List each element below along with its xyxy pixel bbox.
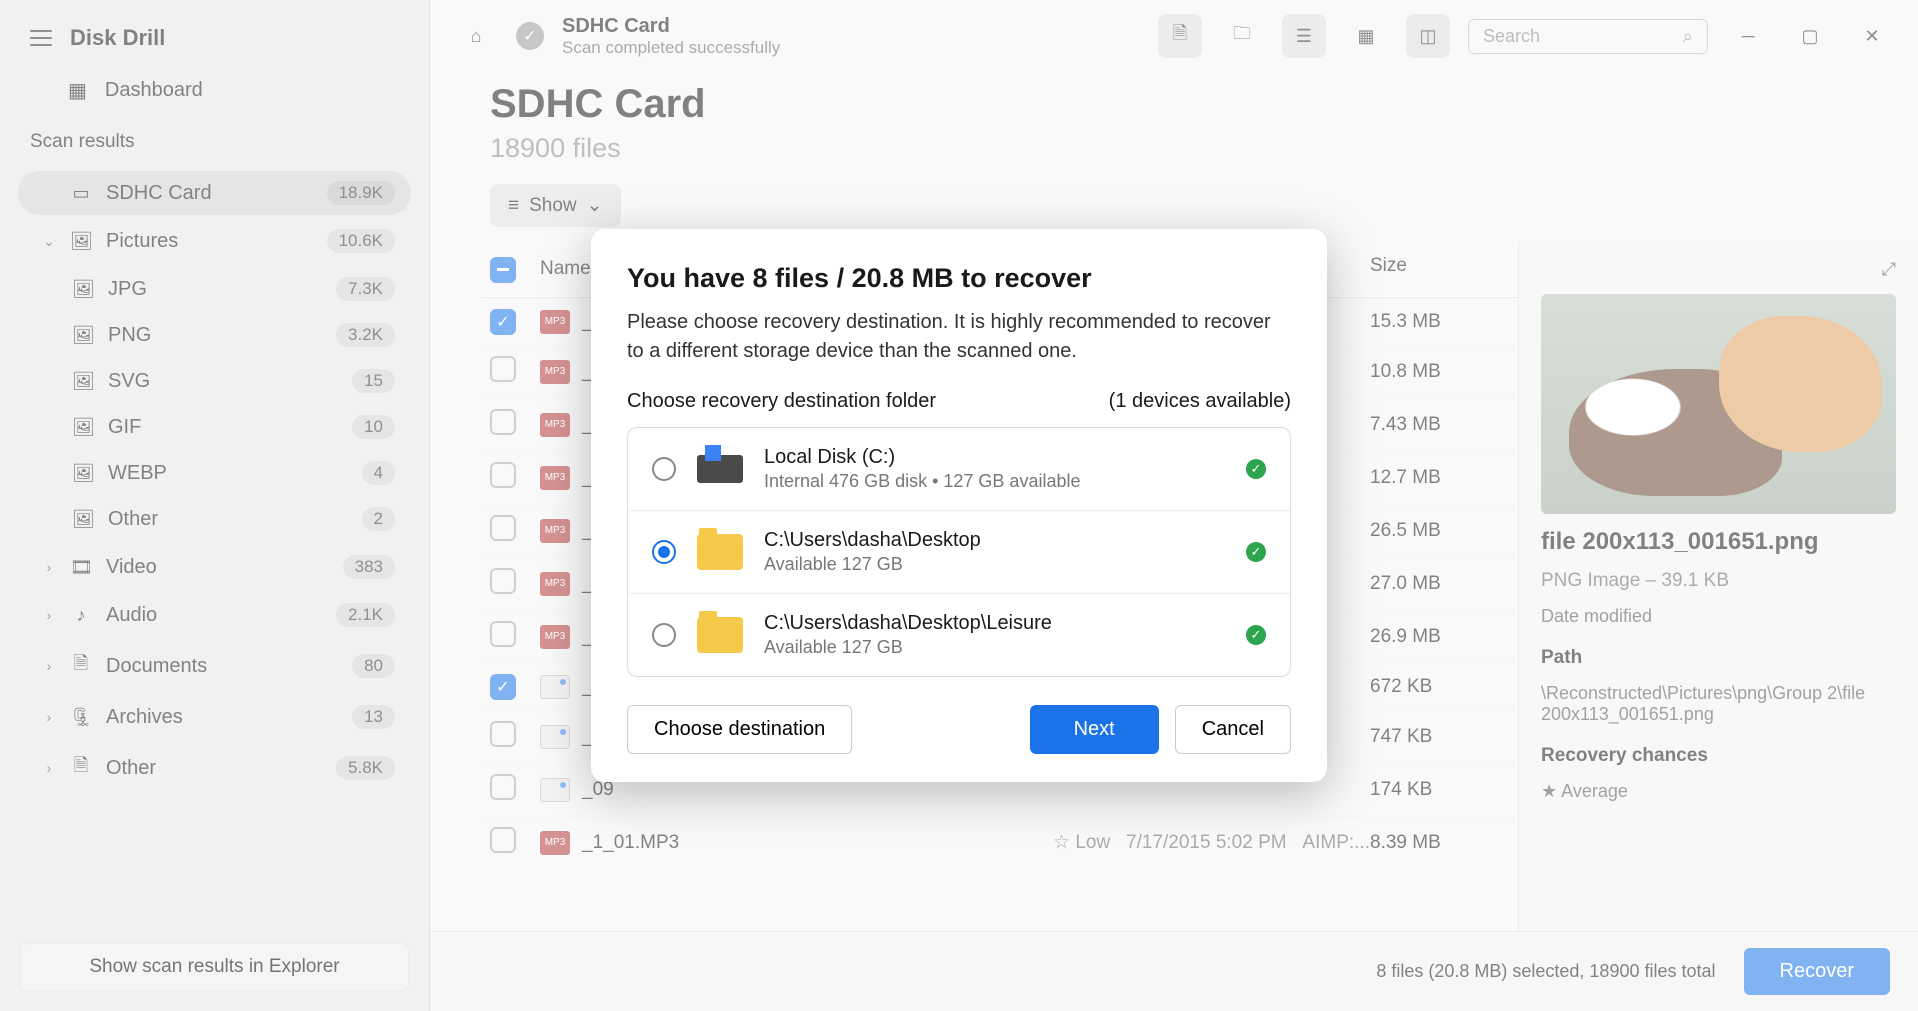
folder-icon [697,534,743,570]
next-button[interactable]: Next [1030,705,1159,754]
destination-list: Local Disk (C:) Internal 476 GB disk • 1… [627,427,1291,677]
ok-check-icon: ✓ [1246,542,1266,562]
destination-title: C:\Users\dasha\Desktop\Leisure [764,612,1226,635]
ok-check-icon: ✓ [1246,459,1266,479]
destination-option[interactable]: Local Disk (C:) Internal 476 GB disk • 1… [628,428,1290,510]
destination-subtitle: Internal 476 GB disk • 127 GB available [764,471,1226,492]
modal-overlay: You have 8 files / 20.8 MB to recover Pl… [0,0,1918,1011]
cancel-button[interactable]: Cancel [1175,705,1291,754]
destination-title: C:\Users\dasha\Desktop [764,529,1226,552]
folder-icon [697,617,743,653]
modal-title: You have 8 files / 20.8 MB to recover [627,263,1291,294]
ok-check-icon: ✓ [1246,625,1266,645]
devices-available-label: (1 devices available) [1109,390,1291,413]
destination-subtitle: Available 127 GB [764,554,1226,575]
destination-radio[interactable] [652,540,676,564]
recovery-destination-modal: You have 8 files / 20.8 MB to recover Pl… [591,229,1327,782]
destination-option[interactable]: C:\Users\dasha\Desktop\Leisure Available… [628,593,1290,676]
modal-description: Please choose recovery destination. It i… [627,308,1291,366]
choose-destination-button[interactable]: Choose destination [627,705,852,754]
destination-option[interactable]: C:\Users\dasha\Desktop Available 127 GB … [628,510,1290,593]
destination-radio[interactable] [652,623,676,647]
disk-icon [697,455,743,483]
choose-folder-label: Choose recovery destination folder [627,390,936,413]
destination-subtitle: Available 127 GB [764,637,1226,658]
destination-radio[interactable] [652,457,676,481]
destination-title: Local Disk (C:) [764,446,1226,469]
